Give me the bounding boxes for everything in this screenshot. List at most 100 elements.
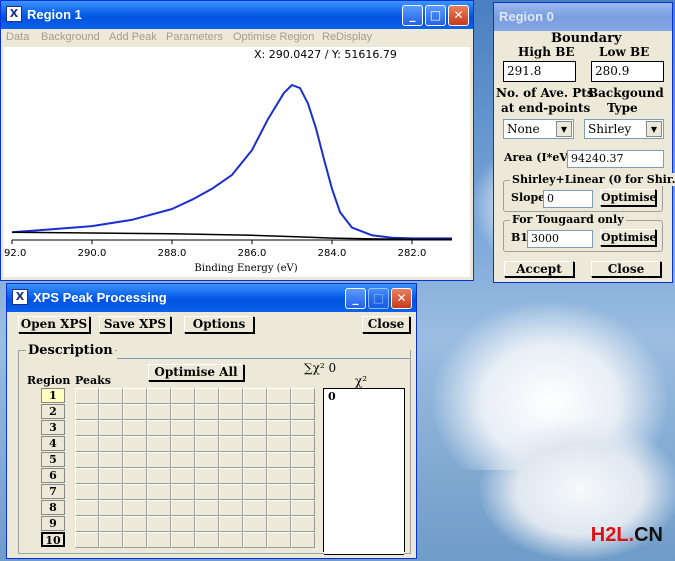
peak-cell[interactable] bbox=[147, 388, 171, 404]
peak-cell[interactable] bbox=[171, 468, 195, 484]
peak-cell[interactable] bbox=[99, 452, 123, 468]
maximize-icon[interactable]: □ bbox=[425, 5, 446, 26]
peak-cell[interactable] bbox=[243, 404, 267, 420]
peak-cell[interactable] bbox=[291, 436, 315, 452]
peak-cell[interactable] bbox=[123, 532, 147, 548]
peak-cell[interactable] bbox=[219, 420, 243, 436]
ave-pts-select[interactable]: None ▼ bbox=[503, 119, 574, 139]
peak-cell[interactable] bbox=[291, 388, 315, 404]
peak-cell[interactable] bbox=[219, 436, 243, 452]
peak-cell[interactable] bbox=[99, 468, 123, 484]
peak-cell[interactable] bbox=[291, 532, 315, 548]
peak-cell[interactable] bbox=[171, 516, 195, 532]
peak-cell[interactable] bbox=[195, 404, 219, 420]
peak-cell[interactable] bbox=[219, 404, 243, 420]
peak-cell[interactable] bbox=[219, 484, 243, 500]
peak-cell[interactable] bbox=[219, 532, 243, 548]
peak-cell[interactable] bbox=[147, 484, 171, 500]
bg-type-select[interactable]: Shirley ▼ bbox=[584, 119, 664, 139]
peak-cell[interactable] bbox=[147, 436, 171, 452]
high-be-field[interactable]: 291.8 bbox=[503, 61, 576, 82]
peak-cell[interactable] bbox=[171, 452, 195, 468]
peak-cell[interactable] bbox=[99, 436, 123, 452]
peak-cell[interactable] bbox=[195, 532, 219, 548]
peak-cell[interactable] bbox=[171, 388, 195, 404]
low-be-field[interactable]: 280.9 bbox=[591, 61, 664, 82]
peak-cell[interactable] bbox=[243, 420, 267, 436]
peak-cell[interactable] bbox=[147, 532, 171, 548]
region-button-10[interactable]: 10 bbox=[41, 532, 65, 547]
peak-cell[interactable] bbox=[75, 452, 99, 468]
region-button-1[interactable]: 1 bbox=[41, 388, 65, 403]
peak-cell[interactable] bbox=[75, 532, 99, 548]
peak-cell[interactable] bbox=[75, 388, 99, 404]
peak-cell[interactable] bbox=[267, 452, 291, 468]
peak-cell[interactable] bbox=[123, 388, 147, 404]
peak-cell[interactable] bbox=[75, 404, 99, 420]
peak-cell[interactable] bbox=[219, 516, 243, 532]
optimise-all-button[interactable]: Optimise All bbox=[148, 364, 244, 381]
peak-cell[interactable] bbox=[147, 468, 171, 484]
peak-cell[interactable] bbox=[267, 484, 291, 500]
peak-cell[interactable] bbox=[195, 388, 219, 404]
xps-titlebar[interactable]: X XPS Peak Processing _ □ ✕ bbox=[7, 284, 416, 312]
peak-cell[interactable] bbox=[147, 500, 171, 516]
peak-cell[interactable] bbox=[195, 516, 219, 532]
peak-cell[interactable] bbox=[147, 420, 171, 436]
region-button-2[interactable]: 2 bbox=[41, 404, 65, 419]
region-button-6[interactable]: 6 bbox=[41, 468, 65, 483]
peak-cell[interactable] bbox=[195, 468, 219, 484]
b1-field[interactable]: 3000 bbox=[527, 230, 593, 248]
peak-cell[interactable] bbox=[195, 436, 219, 452]
peak-cell[interactable] bbox=[243, 484, 267, 500]
peak-cell[interactable] bbox=[195, 500, 219, 516]
peak-cell[interactable] bbox=[75, 436, 99, 452]
peak-cell[interactable] bbox=[291, 420, 315, 436]
region0-titlebar[interactable]: Region 0 bbox=[494, 3, 672, 31]
peak-cell[interactable] bbox=[291, 468, 315, 484]
region-button-8[interactable]: 8 bbox=[41, 500, 65, 515]
peak-cell[interactable] bbox=[123, 452, 147, 468]
peak-cell[interactable] bbox=[243, 532, 267, 548]
peak-cell[interactable] bbox=[219, 500, 243, 516]
peak-cell[interactable] bbox=[267, 516, 291, 532]
peak-cell[interactable] bbox=[291, 404, 315, 420]
peak-cell[interactable] bbox=[291, 452, 315, 468]
minimize-icon[interactable]: _ bbox=[345, 288, 366, 309]
peak-cell[interactable] bbox=[147, 516, 171, 532]
peak-cell[interactable] bbox=[171, 404, 195, 420]
peak-cell[interactable] bbox=[195, 484, 219, 500]
peak-cell[interactable] bbox=[99, 420, 123, 436]
peak-cell[interactable] bbox=[171, 484, 195, 500]
close-icon[interactable]: ✕ bbox=[391, 288, 412, 309]
menu-add-peak[interactable]: Add Peak bbox=[109, 31, 157, 43]
peak-cell[interactable] bbox=[171, 436, 195, 452]
peak-cell[interactable] bbox=[291, 516, 315, 532]
peak-cell[interactable] bbox=[75, 500, 99, 516]
peak-cell[interactable] bbox=[267, 436, 291, 452]
peak-cell[interactable] bbox=[99, 516, 123, 532]
spectrum-plot[interactable]: X: 290.0427 / Y: 51616.79 292.0290.0288.… bbox=[4, 47, 470, 277]
peak-cell[interactable] bbox=[195, 452, 219, 468]
optimise-b1-button[interactable]: Optimise bbox=[600, 229, 657, 246]
peak-cell[interactable] bbox=[171, 420, 195, 436]
peak-cell[interactable] bbox=[123, 436, 147, 452]
peak-cell[interactable] bbox=[291, 484, 315, 500]
peak-cell[interactable] bbox=[219, 452, 243, 468]
peak-cell[interactable] bbox=[99, 388, 123, 404]
region-button-9[interactable]: 9 bbox=[41, 516, 65, 531]
slope-field[interactable]: 0 bbox=[543, 190, 593, 208]
chevron-down-icon[interactable]: ▼ bbox=[556, 121, 572, 137]
peak-cell[interactable] bbox=[123, 404, 147, 420]
peak-cell[interactable] bbox=[123, 420, 147, 436]
menu-background[interactable]: Background bbox=[41, 31, 100, 43]
peak-cell[interactable] bbox=[267, 388, 291, 404]
peak-cell[interactable] bbox=[243, 388, 267, 404]
optimise-slope-button[interactable]: Optimise bbox=[600, 189, 657, 206]
region1-titlebar[interactable]: X Region 1 _ □ ✕ bbox=[1, 1, 473, 29]
peak-cell[interactable] bbox=[75, 420, 99, 436]
options-button[interactable]: Options bbox=[184, 316, 254, 333]
peak-cell[interactable] bbox=[267, 420, 291, 436]
close-button[interactable]: Close bbox=[362, 316, 410, 333]
accept-button[interactable]: Accept bbox=[504, 261, 574, 277]
